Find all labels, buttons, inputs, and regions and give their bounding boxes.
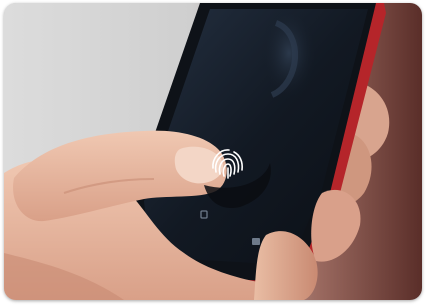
screen-reflection: [261, 5, 317, 101]
photo-frame: [4, 3, 422, 300]
recent-apps-icon: [252, 238, 260, 245]
photo-scene: [4, 3, 422, 300]
